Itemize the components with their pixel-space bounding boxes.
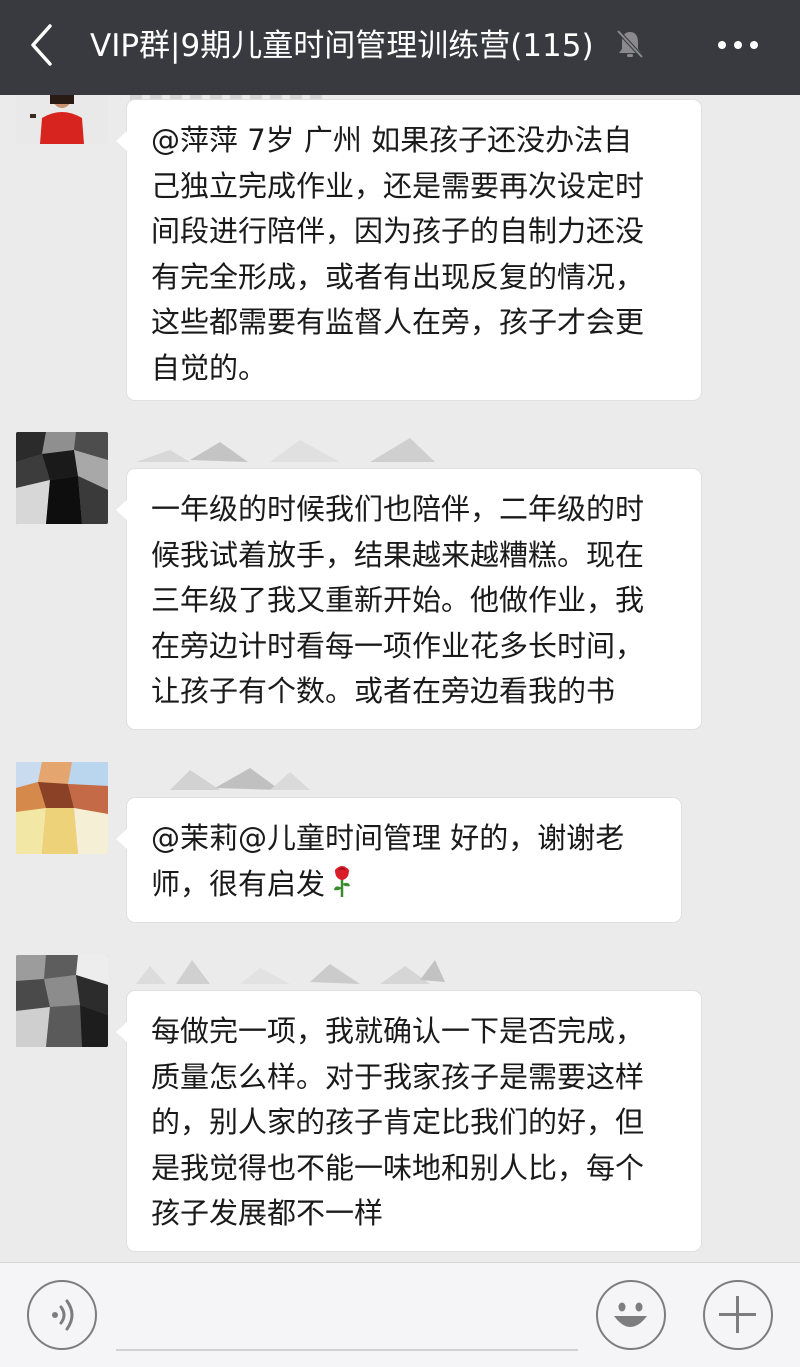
avatar[interactable] [16, 762, 108, 854]
smiley-icon [614, 1302, 647, 1327]
chat-header: VIP群|9期儿童时间管理训练营(115) [0, 0, 800, 95]
rose-icon [331, 864, 353, 912]
message-line: 孩子发展都不一样 [151, 1196, 384, 1230]
message-line: 质量怎么样。对于我家孩子是需要这样 [151, 1059, 645, 1094]
plus-icon [719, 1296, 756, 1333]
message-line: 在旁边计时看每一项作业花多长时间， [151, 628, 645, 663]
message-line: @茉莉@儿童时间管理 好的，谢谢老 [151, 821, 625, 855]
sender-name [130, 960, 450, 986]
message-bubble[interactable]: @茉莉@儿童时间管理 好的，谢谢老 师，很有启发 [116, 798, 681, 922]
avatar[interactable] [16, 955, 108, 1047]
sender-name [160, 766, 320, 792]
message-line: 己独立完成作业，还是需要再次设定时 [151, 168, 645, 203]
message-bubble[interactable]: 每做完一项，我就确认一下是否完成， 质量怎么样。对于我家孩子是需要这样 的，别人… [116, 991, 701, 1251]
message-line: 间段进行陪伴，因为孩子的自制力还没 [151, 214, 645, 248]
message-line: 有完全形成，或者有出现反复的情况， [151, 259, 645, 294]
message-input[interactable] [116, 1283, 578, 1351]
message-line: @萍萍 7岁 广州 如果孩子还没办法自 [151, 123, 633, 157]
message-line: 自觉的。 [151, 350, 268, 385]
chevron-left-icon [31, 24, 52, 66]
input-bar [0, 1262, 800, 1367]
voice-icon [52, 1299, 74, 1331]
voice-button[interactable] [27, 1280, 97, 1350]
message-line: 这些都需要有监督人在旁，孩子才会更 [151, 305, 645, 339]
more-button[interactable] [712, 22, 768, 68]
sender-name [130, 438, 440, 464]
more-dots-icon [718, 41, 758, 49]
emoji-button[interactable] [596, 1280, 666, 1350]
message-line: 是我觉得也不能一味地和别人比，每个 [151, 1150, 645, 1185]
message-line: 让孩子有个数。或者在旁边看我的书 [151, 674, 616, 708]
back-button[interactable] [22, 20, 66, 70]
message-bubble[interactable]: @萍萍 7岁 广州 如果孩子还没办法自 己独立完成作业，还是需要再次设定时 间段… [116, 100, 701, 400]
message-line: 每做完一项，我就确认一下是否完成， [151, 1014, 645, 1048]
avatar[interactable] [16, 432, 108, 524]
bell-muted-icon [615, 28, 645, 60]
chat-title: VIP群|9期儿童时间管理训练营(115) [90, 28, 594, 64]
message-line: 师，很有启发 [151, 866, 326, 901]
message-line: 一年级的时候我们也陪伴，二年级的时 [151, 492, 645, 526]
message-line: 的，别人家的孩子肯定比我们的好，但 [151, 1105, 645, 1139]
message-line: 候我试着放手，结果越来越糟糕。现在 [151, 537, 645, 572]
plus-button[interactable] [703, 1280, 773, 1350]
message-bubble[interactable]: 一年级的时候我们也陪伴，二年级的时 候我试着放手，结果越来越糟糕。现在 三年级了… [116, 469, 701, 729]
message-line: 三年级了我又重新开始。他做作业，我 [151, 583, 645, 617]
